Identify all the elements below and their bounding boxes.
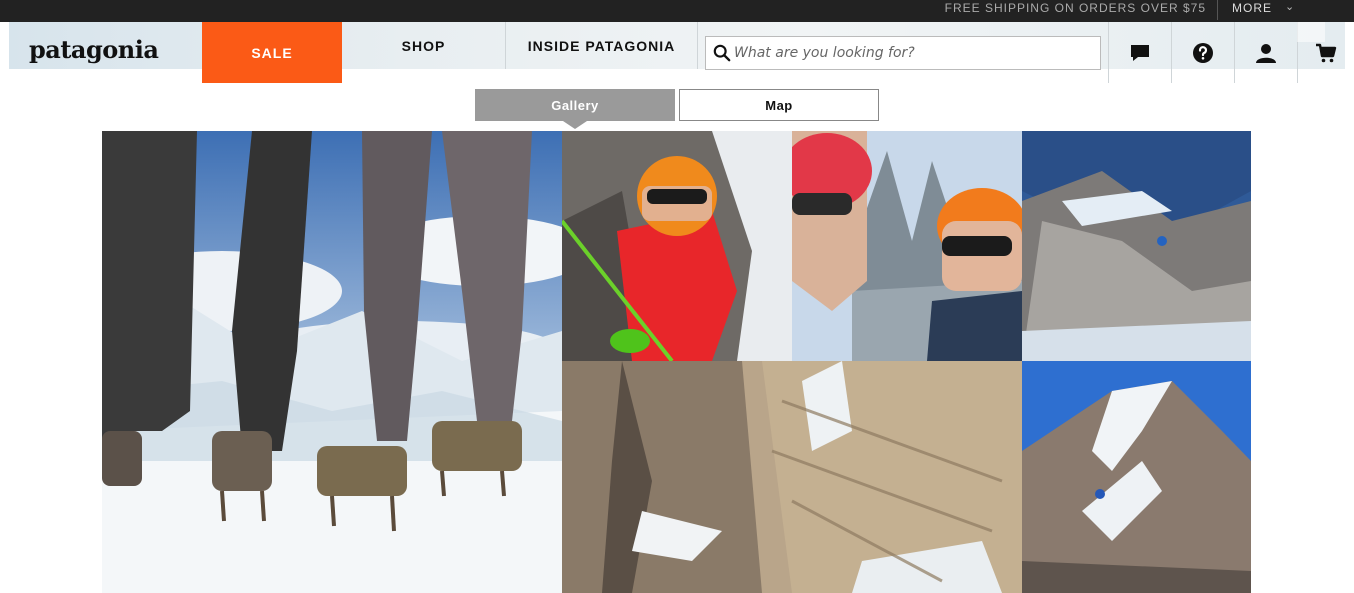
promo-bar: FREE SHIPPING ON ORDERS OVER $75 MORE ⌄ [0, 0, 1354, 22]
cart-icon [1316, 43, 1337, 62]
gallery-photo-granite-wall[interactable] [562, 361, 1022, 593]
search-icon[interactable] [713, 44, 731, 62]
help-button[interactable] [1171, 22, 1234, 83]
gallery-photo-climber-orange-helmet[interactable] [562, 131, 792, 361]
corner-overlay [1297, 22, 1325, 42]
gallery-photo-crampons[interactable] [102, 131, 562, 593]
gallery-photo-rocky-ridge[interactable] [1022, 131, 1251, 361]
chat-icon [1131, 44, 1149, 61]
tab-gallery[interactable]: Gallery [475, 89, 675, 129]
search-input[interactable] [734, 37, 1094, 69]
tab-map[interactable]: Map [679, 89, 879, 121]
patagonia-logo[interactable]: patagonia [29, 35, 159, 64]
more-link[interactable]: MORE [1232, 1, 1272, 15]
chevron-down-icon[interactable]: ⌄ [1285, 0, 1295, 13]
free-shipping-text: FREE SHIPPING ON ORDERS OVER $75 [944, 1, 1206, 15]
nav-shop[interactable]: SHOP [342, 22, 506, 69]
account-button[interactable] [1234, 22, 1297, 83]
nav-sale[interactable]: SALE [202, 22, 342, 83]
chat-button[interactable] [1108, 22, 1171, 83]
gallery-photo-snowy-peak[interactable] [1022, 361, 1251, 593]
search-box[interactable] [705, 36, 1101, 70]
gallery-photo-two-climbers[interactable] [792, 131, 1022, 361]
promo-divider [1217, 0, 1218, 20]
account-icon [1256, 43, 1276, 63]
nav-inside-patagonia[interactable]: INSIDE PATAGONIA [506, 22, 698, 69]
help-icon [1193, 42, 1213, 63]
